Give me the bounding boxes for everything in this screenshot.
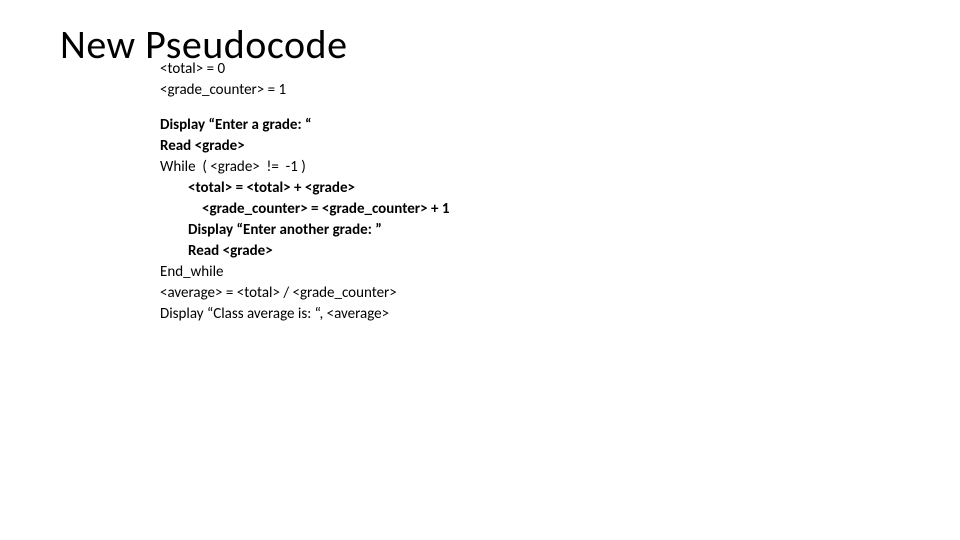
slide-container: New Pseudocode <total> = 0 <grade_counte… xyxy=(0,0,960,345)
code-line: <grade_counter> = <grade_counter> + 1 xyxy=(160,199,900,220)
blank-line xyxy=(160,101,900,115)
code-line: Read <grade> xyxy=(160,241,900,262)
code-line: Display “Class average is: “, <average> xyxy=(160,304,900,325)
code-line: Display “Enter another grade: ” xyxy=(160,220,900,241)
code-line: <total> = <total> + <grade> xyxy=(160,178,900,199)
code-line: <grade_counter> = 1 xyxy=(160,80,900,101)
pseudocode-block: <total> = 0 <grade_counter> = 1 Display … xyxy=(160,59,900,325)
code-line: Read <grade> xyxy=(160,136,900,157)
code-line: While ( <grade> != -1 ) xyxy=(160,157,900,178)
code-line: <average> = <total> / <grade_counter> xyxy=(160,283,900,304)
code-line: End_while xyxy=(160,262,900,283)
code-line: Display “Enter a grade: “ xyxy=(160,115,900,136)
